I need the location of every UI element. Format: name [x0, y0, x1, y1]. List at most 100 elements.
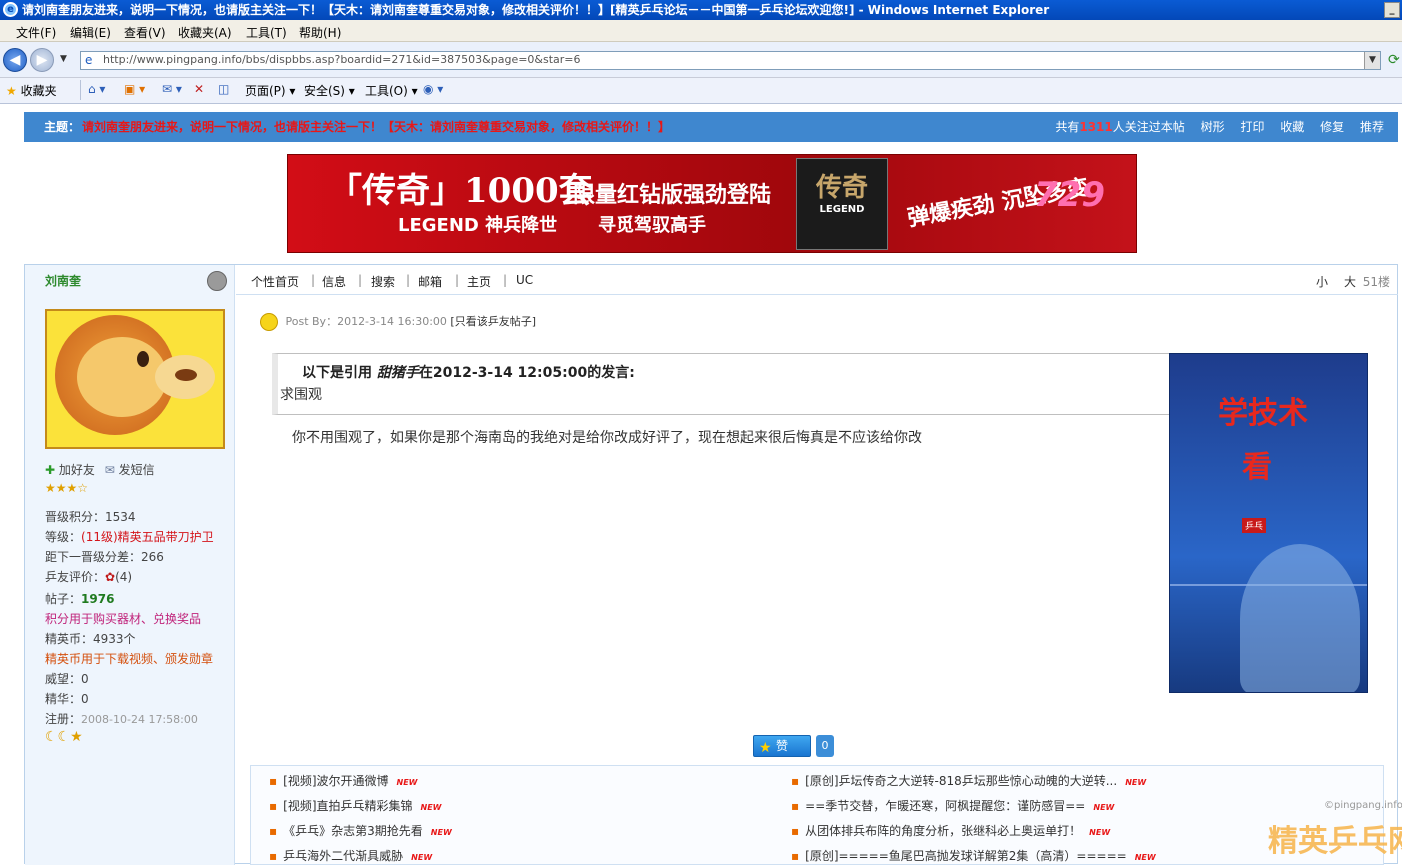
link-text[interactable]: [视频]直拍乒乓精彩集锦 — [283, 799, 412, 813]
action-recommend[interactable]: 推荐 — [1360, 120, 1384, 134]
list-item[interactable]: ▪ ==季节交替，乍暖还寒，阿枫提醒您：谨防感冒== NEW — [791, 797, 1114, 814]
minimize-button[interactable]: _ — [1384, 2, 1400, 18]
username[interactable]: 刘南奎 — [45, 272, 81, 289]
quote-prefix: 以下是引用 — [302, 365, 372, 381]
back-button[interactable]: ◀ — [3, 48, 27, 72]
address-field[interactable]: e http://www.pingpang.info/bbs/dispbbs.a… — [80, 51, 1381, 70]
essence-label: 精华： — [45, 692, 82, 706]
ad-banner[interactable]: 「传奇」1000套 限量红钻版强劲登陆 LEGEND 神兵降世 寻觅驾驭高手 传… — [287, 154, 1137, 253]
research-icon[interactable]: ◫ — [218, 82, 229, 96]
eval-value[interactable]: (4) — [115, 570, 132, 584]
nav-uc[interactable]: UC — [516, 273, 533, 287]
history-dropdown-icon[interactable]: ▼ — [60, 54, 67, 64]
send-message-link[interactable]: 发短信 — [119, 463, 155, 477]
font-big-button[interactable]: 大 — [1344, 273, 1356, 290]
post-container: 刘南奎 ✚ 加好友 ✉ 发短信 ★★★☆ 晋级积分：1534 等级：(11级)精… — [24, 264, 1398, 865]
only-this-user-link[interactable]: [只看该乒友帖子] — [450, 315, 536, 328]
coins-value: 4933个 — [93, 632, 136, 646]
user-next-level: 距下一晋级分差：266 — [45, 548, 164, 565]
new-badge: NEW — [1125, 778, 1147, 787]
address-dropdown-button[interactable]: ▼ — [1364, 52, 1380, 69]
menu-view[interactable]: 查看(V) — [124, 24, 166, 41]
quote-body: 求围观 — [280, 387, 322, 403]
like-button[interactable]: ★ 赞 — [753, 735, 811, 757]
new-badge: NEW — [1093, 803, 1115, 812]
grade-label: 等级： — [45, 530, 82, 544]
menu-tools[interactable]: 工具(T) — [246, 24, 287, 41]
rank-stars-icon: ★★★☆ — [45, 481, 89, 495]
list-item[interactable]: ▪ [视频]波尔开通微博 NEW — [269, 772, 418, 789]
prestige-value: 0 — [81, 672, 89, 686]
action-tree[interactable]: 树形 — [1201, 120, 1225, 134]
tools-menu[interactable]: 工具(O) ▾ — [365, 82, 418, 99]
message-icon: ✉ — [104, 463, 115, 477]
nav-sep: | — [311, 273, 316, 287]
read-mail-icon[interactable]: ✉ ▾ — [162, 82, 182, 96]
quote-header: 以下是引用 甜猪手在2012-3-14 12:05:00的发言: — [302, 362, 635, 382]
level-value: 1534 — [105, 510, 136, 524]
avatar — [45, 309, 225, 449]
nav-search[interactable]: 搜索 — [371, 273, 395, 290]
print-icon[interactable]: ✕ — [194, 82, 204, 96]
address-url[interactable]: http://www.pingpang.info/bbs/dispbbs.asp… — [103, 53, 581, 66]
user-actions: ✚ 加好友 ✉ 发短信 — [45, 461, 155, 478]
next-value: 266 — [141, 550, 164, 564]
page-menu-label: 页面(P) — [245, 84, 286, 98]
refresh-icon[interactable]: ⟳ — [1388, 52, 1400, 68]
font-small-button[interactable]: 小 — [1316, 273, 1328, 290]
address-toolbar: ◀ ▶ ▼ e http://www.pingpang.info/bbs/dis… — [0, 42, 1402, 78]
new-badge: NEW — [396, 778, 418, 787]
add-friend-link[interactable]: 加好友 — [59, 463, 95, 477]
page-menu[interactable]: 页面(P) ▾ — [245, 82, 295, 99]
menu-help[interactable]: 帮助(H) — [299, 24, 341, 41]
rss-icon[interactable]: ▣ ▾ — [124, 82, 145, 96]
link-text[interactable]: 《乒乓》杂志第3期抢先看 — [283, 824, 423, 838]
nav-home[interactable]: 主页 — [467, 273, 491, 290]
list-item[interactable]: ▪ [视频]直拍乒乓精彩集锦 NEW — [269, 797, 442, 814]
divider — [80, 80, 81, 100]
new-badge: NEW — [1134, 853, 1156, 862]
page-icon: e — [85, 53, 93, 67]
user-evaluation: 乒友评价：✿(4) — [45, 568, 132, 585]
link-text[interactable]: 乒乓海外二代渐具威胁 — [283, 849, 403, 863]
nav-info[interactable]: 信息 — [322, 273, 346, 290]
points-note[interactable]: 积分用于购买器材、兑换奖品 — [45, 610, 201, 627]
side-ad[interactable]: 学技术 看 乒乓 — [1169, 353, 1368, 693]
eval-label: 乒友评价： — [45, 570, 106, 584]
list-item[interactable]: ▪ [原创]=====鱼尾巴高抛发球详解第2集（高清）===== NEW — [791, 847, 1156, 864]
banner-product-box: 传奇 LEGEND — [796, 158, 888, 250]
link-text[interactable]: 从团体排兵布阵的角度分析，张继科必上奥运单打！ — [805, 824, 1081, 838]
user-coins: 精英币：4933个 — [45, 630, 136, 647]
link-text[interactable]: [视频]波尔开通微博 — [283, 774, 388, 788]
nav-profile[interactable]: 个性首页 — [251, 273, 299, 290]
like-star-icon: ★ — [759, 740, 772, 756]
coins-note[interactable]: 精英币用于下载视频、颁发勋章 — [45, 650, 213, 667]
home-icon[interactable]: ⌂ ▾ — [88, 82, 105, 96]
help-icon[interactable]: ◉ ▾ — [423, 82, 443, 96]
topic-band: 主题： 请刘南奎朋友进来，说明一下情况，也请版主关注一下！【天木：请刘南奎尊重交… — [24, 112, 1398, 142]
avatar-nose — [175, 369, 197, 381]
action-favorite[interactable]: 收藏 — [1280, 120, 1304, 134]
list-item[interactable]: ▪ 乒乓海外二代渐具威胁 NEW — [269, 847, 432, 864]
link-text[interactable]: [原创]乒坛传奇之大逆转-818乒坛那些惊心动魄的大逆转... — [805, 774, 1117, 788]
favorites-button[interactable]: ★ 收藏夹 — [6, 82, 57, 99]
safety-menu[interactable]: 安全(S) ▾ — [304, 82, 355, 99]
link-text[interactable]: [原创]=====鱼尾巴高抛发球详解第2集（高清）===== — [805, 849, 1127, 863]
user-essence: 精华：0 — [45, 690, 89, 707]
moon-stars-icon: ☾☾★ — [45, 729, 83, 745]
reg-label: 注册： — [45, 712, 82, 726]
menu-file[interactable]: 文件(F) — [16, 24, 56, 41]
new-badge: NEW — [420, 803, 442, 812]
viewers-suffix: 人关注过本帖 — [1112, 120, 1185, 134]
action-print[interactable]: 打印 — [1240, 120, 1264, 134]
action-repair[interactable]: 修复 — [1320, 120, 1344, 134]
link-text[interactable]: ==季节交替，乍暖还寒，阿枫提醒您：谨防感冒== — [805, 799, 1085, 813]
list-item[interactable]: ▪ [原创]乒坛传奇之大逆转-818乒坛那些惊心动魄的大逆转... NEW — [791, 772, 1146, 789]
list-item[interactable]: ▪ 从团体排兵布阵的角度分析，张继科必上奥运单打！ NEW — [791, 822, 1110, 839]
menu-favorites[interactable]: 收藏夹(A) — [178, 24, 232, 41]
nav-mail[interactable]: 邮箱 — [418, 273, 442, 290]
banner-text-4: 寻觅驾驭高手 — [598, 215, 706, 236]
forward-button[interactable]: ▶ — [30, 48, 54, 72]
list-item[interactable]: ▪ 《乒乓》杂志第3期抢先看 NEW — [269, 822, 452, 839]
menu-edit[interactable]: 编辑(E) — [70, 24, 111, 41]
